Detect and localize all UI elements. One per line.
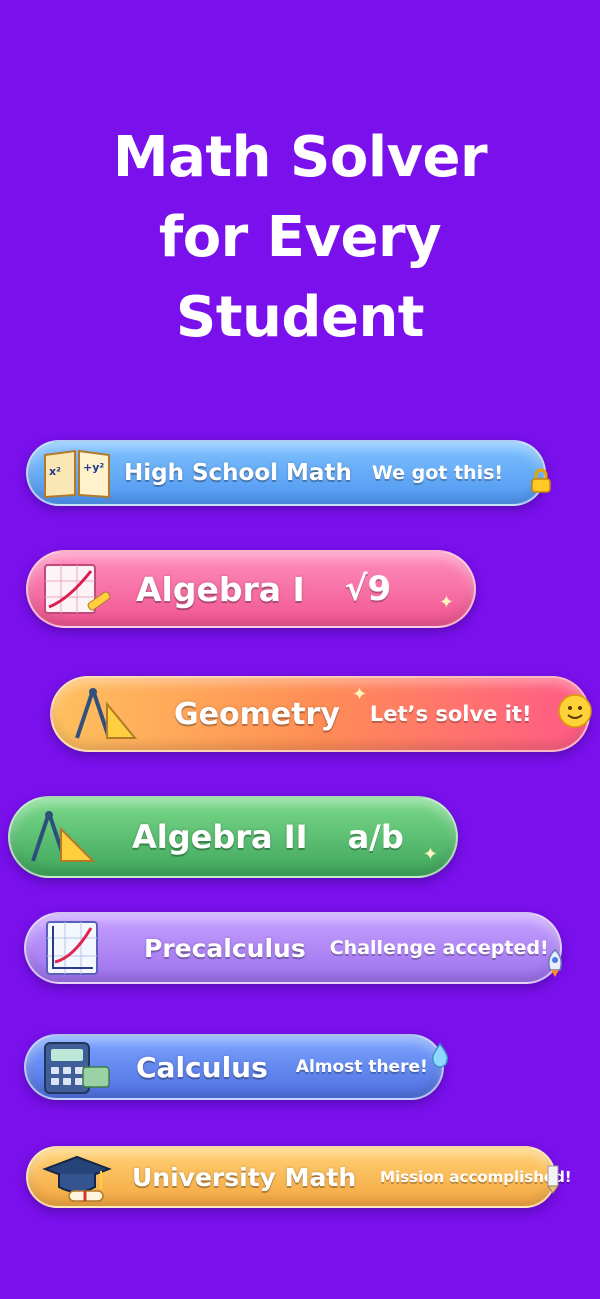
graduation-cap-icon bbox=[34, 1145, 120, 1209]
smiley-icon bbox=[558, 694, 592, 732]
title-line-1: Math Solver bbox=[112, 125, 488, 190]
calculator-icon bbox=[32, 1035, 118, 1099]
level-tag: Let’s solve it! bbox=[369, 702, 532, 726]
title-line-3: Student bbox=[175, 285, 425, 350]
level-algebra-1-button[interactable]: Algebra I √9 ✦ bbox=[26, 550, 476, 628]
level-geometry-button[interactable]: Geometry ✦ Let’s solve it! bbox=[50, 676, 592, 752]
level-label: Calculus bbox=[136, 1050, 268, 1084]
level-tag: a/b bbox=[347, 818, 404, 856]
level-tag: Almost there! bbox=[295, 1057, 428, 1077]
svg-text:+y²: +y² bbox=[83, 461, 104, 474]
lock-icon bbox=[530, 468, 552, 498]
level-label: Algebra I bbox=[136, 569, 305, 609]
sparkle-icon: ✦ bbox=[438, 592, 454, 613]
level-label: Algebra II bbox=[132, 818, 308, 856]
compass-ruler-icon bbox=[58, 682, 144, 746]
sparkle-icon: ✦ bbox=[352, 684, 368, 705]
graph-chart-icon bbox=[32, 916, 118, 980]
compass-ruler-icon bbox=[16, 805, 102, 869]
level-algebra-2-button[interactable]: Algebra II a/b ✦ bbox=[8, 796, 458, 878]
level-tag: Mission accomplished! bbox=[380, 1168, 572, 1186]
sparkle-icon: ✦ bbox=[422, 844, 438, 865]
open-book-icon: x² +y² bbox=[34, 441, 120, 505]
drop-icon bbox=[430, 1042, 450, 1072]
level-precalculus-button[interactable]: Precalculus Challenge accepted! bbox=[24, 912, 562, 984]
graph-paper-icon bbox=[34, 557, 120, 621]
rocket-icon bbox=[542, 948, 568, 982]
level-tag: We got this! bbox=[371, 462, 504, 484]
level-label: Geometry bbox=[174, 696, 340, 732]
pencil-icon bbox=[546, 1164, 560, 1198]
svg-text:x²: x² bbox=[49, 465, 61, 478]
level-label: University Math bbox=[132, 1162, 357, 1192]
level-high-school-math-button[interactable]: x² +y² High School Math We got this! bbox=[26, 440, 551, 506]
level-label: Precalculus bbox=[144, 933, 306, 963]
page-title: Math Solver for Every Student bbox=[0, 118, 600, 358]
title-line-2: for Every bbox=[158, 205, 442, 270]
level-label: High School Math bbox=[124, 460, 352, 486]
level-calculus-button[interactable]: Calculus Almost there! bbox=[24, 1034, 449, 1100]
level-tag: Challenge accepted! bbox=[329, 937, 549, 959]
level-tag: √9 bbox=[344, 569, 392, 609]
level-university-math-button[interactable]: University Math Mission accomplished! bbox=[26, 1145, 572, 1209]
